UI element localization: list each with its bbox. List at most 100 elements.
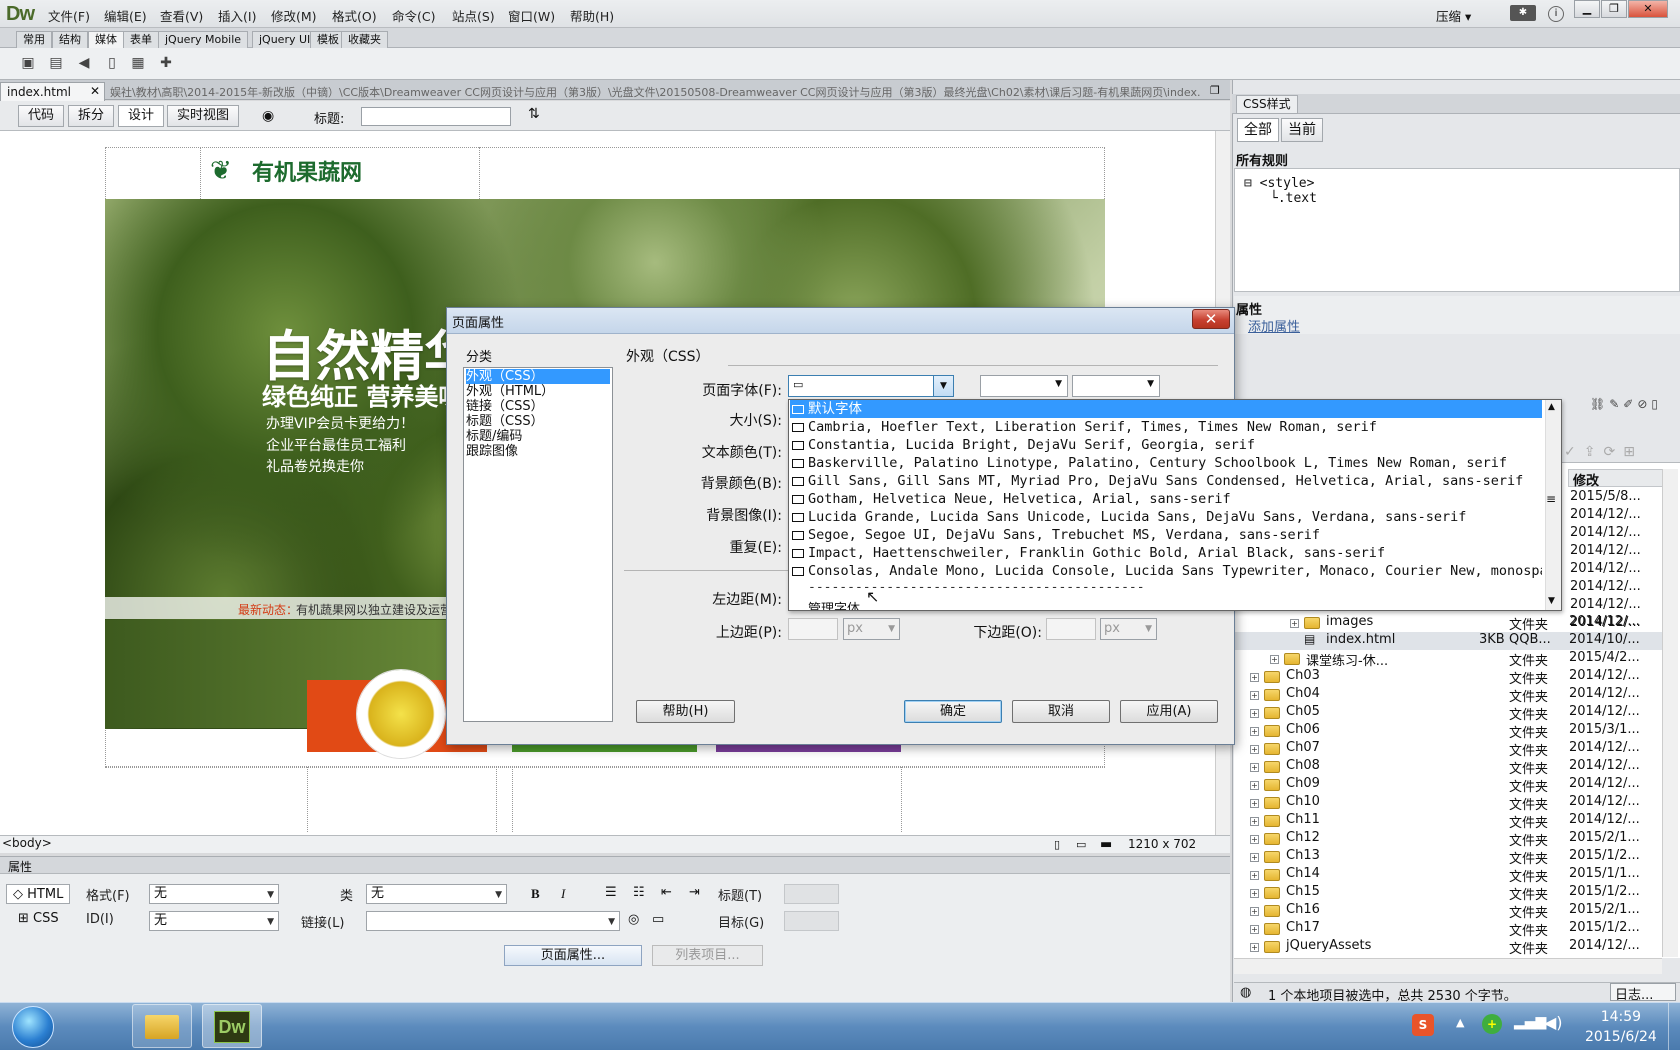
class-select[interactable]: 无: [366, 884, 507, 904]
file-row[interactable]: + jQueryAssets 文件夹 2014/12/...: [1234, 938, 1664, 957]
close-button[interactable]: ✕: [1628, 0, 1668, 18]
menu-item[interactable]: 查看(V): [160, 6, 203, 25]
maximize-button[interactable]: ❐: [1601, 0, 1627, 18]
menu-item[interactable]: 帮助(H): [570, 6, 614, 25]
file-row[interactable]: + Ch17 文件夹 2015/1/2...: [1234, 920, 1664, 939]
file-row[interactable]: + Ch12 文件夹 2015/2/1...: [1234, 830, 1664, 849]
menu-item[interactable]: 格式(O): [332, 6, 377, 25]
window-size[interactable]: 1210 x 702: [1128, 837, 1196, 851]
insert-tab[interactable]: 媒体: [88, 31, 124, 48]
expand-icon[interactable]: +: [1250, 907, 1259, 916]
files-hscrollbar[interactable]: [1234, 958, 1662, 974]
collapse-icon[interactable]: ⊟: [1244, 176, 1252, 191]
files-toolbar-icons[interactable]: ✓⇪⟳⊞: [1564, 444, 1643, 460]
media-icon[interactable]: ▤: [48, 55, 64, 71]
heading-input[interactable]: [784, 884, 839, 904]
image-icon[interactable]: ▣: [20, 55, 36, 71]
file-row[interactable]: + Ch06 文件夹 2015/3/1...: [1234, 722, 1664, 741]
insert-tab[interactable]: 结构: [52, 31, 88, 48]
manage-fonts-option[interactable]: 管理字体...: [808, 598, 872, 610]
id-select[interactable]: 无: [149, 911, 279, 931]
audio-icon[interactable]: ◀: [76, 55, 92, 71]
expand-icon[interactable]: +: [1250, 727, 1259, 736]
category-item[interactable]: 链接（CSS）: [466, 399, 544, 414]
file-row[interactable]: + Ch15 文件夹 2015/1/2...: [1234, 884, 1664, 903]
expand-icon[interactable]: +: [1250, 835, 1259, 844]
font-option[interactable]: Constantia, Lucida Bright, DejaVu Serif,…: [790, 436, 1542, 454]
modified-column-header[interactable]: 修改: [1568, 469, 1664, 489]
insert-tab[interactable]: 常用: [16, 31, 52, 48]
list-item-button[interactable]: 列表项目...: [652, 945, 763, 966]
clock[interactable]: 14:59 2015/6/24: [1585, 1007, 1657, 1047]
add-attribute-link[interactable]: 添加属性: [1248, 316, 1300, 335]
file-row[interactable]: + Ch13 文件夹 2015/1/2...: [1234, 848, 1664, 867]
category-item[interactable]: 标题/编码: [466, 429, 522, 444]
globe-icon[interactable]: ◉: [262, 108, 274, 124]
file-row[interactable]: + Ch07 文件夹 2014/12/...: [1234, 740, 1664, 759]
menu-item[interactable]: 修改(M): [271, 6, 317, 25]
all-rules-button[interactable]: 全部: [1237, 118, 1279, 142]
unordered-list-icon[interactable]: ☰: [605, 885, 617, 900]
menu-item[interactable]: 窗口(W): [508, 6, 555, 25]
insert-tab[interactable]: jQuery Mobile: [158, 31, 249, 48]
font-option[interactable]: Gotham, Helvetica Neue, Helvetica, Arial…: [790, 490, 1542, 508]
file-row[interactable]: + Ch05 文件夹 2014/12/...: [1234, 704, 1664, 723]
scroll-grip-icon[interactable]: ≡: [1546, 492, 1556, 506]
font-style-select[interactable]: ▼: [980, 375, 1068, 397]
layout-switcher[interactable]: 压缩 ▾: [1436, 6, 1471, 25]
tray-plus-icon[interactable]: +: [1482, 1014, 1502, 1034]
indent-icon[interactable]: ⇥: [689, 885, 700, 900]
css-mode-button[interactable]: ⊞ CSS: [18, 911, 59, 926]
page-properties-button[interactable]: 页面属性...: [504, 945, 642, 966]
help-button[interactable]: 帮助(H): [636, 700, 735, 723]
log-button[interactable]: 日志...: [1610, 983, 1676, 1003]
body-tag[interactable]: <body>: [2, 836, 52, 850]
expand-icon[interactable]: +: [1250, 781, 1259, 790]
check-page-icon[interactable]: ⇅: [528, 106, 540, 122]
network-icon[interactable]: ▂▄▆: [1514, 1014, 1546, 1030]
scroll-down-icon[interactable]: ▼: [1548, 596, 1555, 606]
page-font-select[interactable]: ▭ ▼: [788, 375, 954, 397]
flash-icon[interactable]: ▯: [104, 55, 120, 71]
insert-tab[interactable]: 表单: [123, 31, 159, 48]
sogou-icon[interactable]: S: [1412, 1014, 1434, 1036]
restore-doc-icon[interactable]: ❐: [1210, 84, 1220, 97]
font-option[interactable]: Consolas, Andale Mono, Lucida Console, L…: [790, 562, 1542, 580]
desktop-size-icon[interactable]: ▬: [1100, 837, 1112, 852]
expand-icon[interactable]: +: [1270, 655, 1279, 664]
show-desktop-button[interactable]: [1668, 1003, 1680, 1050]
category-item[interactable]: 标题（CSS）: [466, 414, 544, 429]
explorer-taskbar-button[interactable]: [132, 1004, 192, 1048]
category-item[interactable]: 外观（HTML）: [466, 384, 554, 399]
expand-icon[interactable]: +: [1250, 817, 1259, 826]
font-option[interactable]: Segoe, Segoe UI, DejaVu Sans, Trebuchet …: [790, 526, 1542, 544]
expand-icon[interactable]: +: [1250, 853, 1259, 862]
plugin-icon[interactable]: ✚: [158, 55, 174, 71]
file-row[interactable]: + Ch14 文件夹 2015/1/1...: [1234, 866, 1664, 885]
text-rule[interactable]: └.text: [1270, 191, 1317, 206]
italic-icon[interactable]: I: [561, 886, 565, 902]
target-select[interactable]: [784, 911, 839, 931]
style-rule[interactable]: ⊟ <style>: [1244, 176, 1314, 191]
menu-item[interactable]: 编辑(E): [104, 6, 147, 25]
close-tab-icon[interactable]: ✕: [90, 84, 100, 98]
tray-arrow-icon[interactable]: ▲: [1456, 1016, 1464, 1029]
file-row[interactable]: + 课堂练习-休... 文件夹 2015/4/2...: [1234, 650, 1664, 669]
expand-icon[interactable]: +: [1250, 943, 1259, 952]
file-row[interactable]: ▤ index.html 3KB QQB... 2014/10/...: [1234, 632, 1664, 650]
css-panel-toolbar-icons[interactable]: ⛓✎✐⊘▯: [1590, 397, 1662, 411]
bold-icon[interactable]: B: [531, 886, 540, 902]
cancel-button[interactable]: 取消: [1012, 700, 1110, 723]
html-mode-button[interactable]: ◇ HTML: [6, 884, 70, 904]
bottom-margin-unit[interactable]: px ▼: [1100, 618, 1157, 640]
menu-item[interactable]: 命令(C): [392, 6, 435, 25]
apply-button[interactable]: 应用(A): [1120, 700, 1218, 723]
css-styles-tab[interactable]: CSS样式: [1236, 95, 1298, 114]
volume-icon[interactable]: ◀): [1544, 1013, 1563, 1032]
font-option[interactable]: Cambria, Hoefler Text, Liberation Serif,…: [790, 418, 1542, 436]
point-to-file-icon[interactable]: ◎: [628, 912, 639, 927]
scroll-up-icon[interactable]: ▲: [1548, 402, 1555, 412]
file-row[interactable]: + images 文件夹 2014/12/...: [1234, 614, 1664, 633]
font-option[interactable]: Lucida Grande, Lucida Sans Unicode, Luci…: [790, 508, 1542, 526]
video-icon[interactable]: ▦: [130, 55, 146, 71]
